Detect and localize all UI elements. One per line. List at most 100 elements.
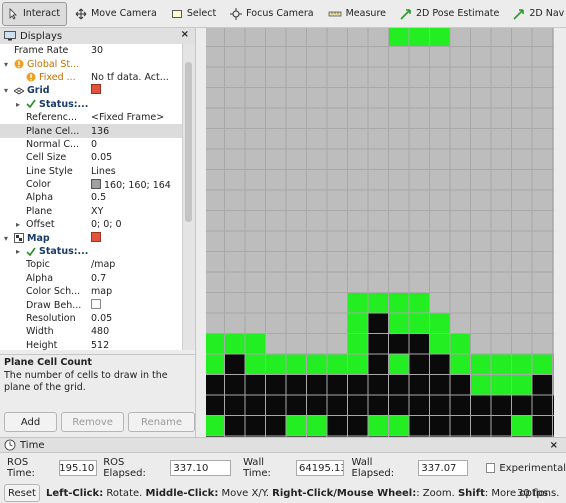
property-value[interactable]: 0.5	[91, 192, 181, 203]
free-cell	[347, 189, 369, 211]
property-value[interactable]: 0.7	[91, 273, 181, 284]
tree-row[interactable]: Fixed ... No tf data. Act...	[0, 71, 182, 84]
property-value[interactable]: /map	[91, 259, 181, 270]
property-value[interactable]: Lines	[91, 166, 181, 177]
free-cell	[449, 312, 471, 334]
property-value[interactable]: 480	[91, 326, 181, 337]
ros-time-field[interactable]: 4195.10	[59, 460, 98, 476]
expand-arrow-icon[interactable]: ▾	[4, 234, 8, 243]
free-cell	[470, 312, 492, 334]
rename-button[interactable]: Rename	[128, 412, 196, 432]
wall-elapsed-field[interactable]: 337.07	[418, 460, 468, 476]
tree-row[interactable]: ▾ Global St...	[0, 57, 182, 70]
tree-row[interactable]: Draw Beh...	[0, 298, 182, 311]
pose-estimate-tool[interactable]: 2D Pose Estimate	[396, 3, 505, 25]
experimental-checkbox[interactable]	[485, 463, 496, 473]
free-cell	[531, 107, 553, 129]
property-value[interactable]: 0.05	[91, 313, 181, 324]
property-name: Grid	[27, 85, 50, 97]
enabled-checkbox[interactable]	[91, 84, 101, 95]
wall-time-field[interactable]: 64195.13	[296, 460, 344, 476]
property-value[interactable]: 160; 160; 164	[91, 178, 181, 191]
tree-row[interactable]: ▸ Offset 0; 0; 0	[0, 218, 182, 231]
tree-row[interactable]: ▸ Status:...	[0, 245, 182, 258]
collapse-arrow-icon[interactable]: ▸	[16, 247, 20, 256]
property-value[interactable]: No tf data. Act...	[91, 72, 181, 83]
property-value[interactable]: 512	[91, 340, 181, 350]
property-value[interactable]: map	[91, 286, 181, 297]
property-value[interactable]: 0; 0; 0	[91, 219, 181, 230]
free-cell	[429, 210, 451, 232]
select-tool[interactable]: Select	[167, 3, 222, 25]
displays-scrollbar[interactable]	[182, 44, 195, 350]
free-cell	[470, 46, 492, 68]
move-camera-tool[interactable]: Move Camera	[71, 3, 163, 25]
free-cell	[490, 148, 512, 170]
tree-row[interactable]: Width 480	[0, 325, 182, 338]
scrollbar-thumb[interactable]	[185, 62, 192, 222]
tree-row[interactable]: Cell Size 0.05	[0, 151, 182, 164]
tree-row[interactable]: Line Style Lines	[0, 165, 182, 178]
interact-tool[interactable]: Interact	[2, 1, 68, 26]
inflated-cell	[388, 353, 410, 375]
close-icon[interactable]: ×	[181, 29, 189, 40]
splitter[interactable]	[196, 28, 206, 437]
expand-arrow-icon[interactable]: ▾	[4, 60, 8, 69]
tree-row[interactable]: Alpha 0.5	[0, 191, 182, 204]
enabled-checkbox[interactable]	[91, 231, 101, 242]
tree-row[interactable]: ▾ Grid	[0, 84, 182, 97]
property-value[interactable]: 30	[91, 45, 181, 56]
warning-icon	[26, 72, 36, 82]
property-value[interactable]	[91, 231, 181, 245]
expand-arrow-icon[interactable]: ▾	[4, 86, 8, 95]
tree-row[interactable]: Resolution 0.05	[0, 312, 182, 325]
tree-row[interactable]: ▸ Status:...	[0, 98, 182, 111]
tree-row[interactable]: ▾ Map	[0, 231, 182, 244]
property-value[interactable]: <Fixed Frame>	[91, 112, 181, 123]
tree-row[interactable]: Height 512	[0, 339, 182, 350]
tree-row[interactable]: Color Sch... map	[0, 285, 182, 298]
add-button[interactable]: Add	[4, 412, 58, 432]
free-cell	[306, 230, 328, 252]
free-cell	[265, 169, 287, 191]
free-cell	[265, 251, 287, 273]
occupied-cell	[531, 415, 553, 437]
focus-camera-tool[interactable]: Focus Camera	[226, 3, 319, 25]
free-cell	[511, 128, 533, 150]
collapse-arrow-icon[interactable]: ▸	[16, 100, 20, 109]
free-cell	[449, 46, 471, 68]
select-icon	[171, 9, 182, 18]
nav-goal-tool[interactable]: 2D Nav Goal	[509, 3, 566, 25]
free-cell	[490, 210, 512, 232]
tree-row[interactable]: Plane Cel... 136	[0, 124, 182, 138]
property-value[interactable]: 136	[91, 126, 181, 137]
tree-row[interactable]: Color 160; 160; 164	[0, 178, 182, 191]
tree-row[interactable]: Plane XY	[0, 205, 182, 218]
property-value[interactable]	[91, 84, 181, 97]
property-value[interactable]	[91, 298, 181, 312]
tree-row[interactable]: Alpha 0.7	[0, 272, 182, 285]
tree-row[interactable]: Topic/map	[0, 258, 182, 271]
free-cell	[470, 189, 492, 211]
free-cell	[449, 87, 471, 109]
tree-row[interactable]: Referenc... <Fixed Frame>	[0, 111, 182, 124]
occupied-cell	[326, 374, 348, 396]
free-cell	[206, 230, 225, 252]
close-icon[interactable]: ×	[550, 440, 558, 451]
property-value[interactable]: 0.05	[91, 152, 181, 163]
collapse-arrow-icon[interactable]: ▸	[16, 220, 20, 229]
measure-tool[interactable]: Measure	[324, 3, 392, 25]
occupied-cell	[265, 394, 287, 416]
property-value[interactable]: 0	[91, 139, 181, 150]
checkbox[interactable]	[91, 298, 101, 309]
reset-button[interactable]: Reset	[4, 484, 40, 502]
free-cell	[206, 292, 225, 314]
tree-row[interactable]: Frame Rate 30	[0, 44, 182, 57]
render-viewport[interactable]	[206, 28, 554, 437]
color-swatch[interactable]	[91, 178, 101, 189]
free-cell	[244, 210, 266, 232]
tree-row[interactable]: Normal C... 0	[0, 138, 182, 151]
ros-elapsed-field[interactable]: 337.10	[170, 460, 232, 476]
remove-button[interactable]: Remove	[61, 412, 125, 432]
property-value[interactable]: XY	[91, 206, 181, 217]
